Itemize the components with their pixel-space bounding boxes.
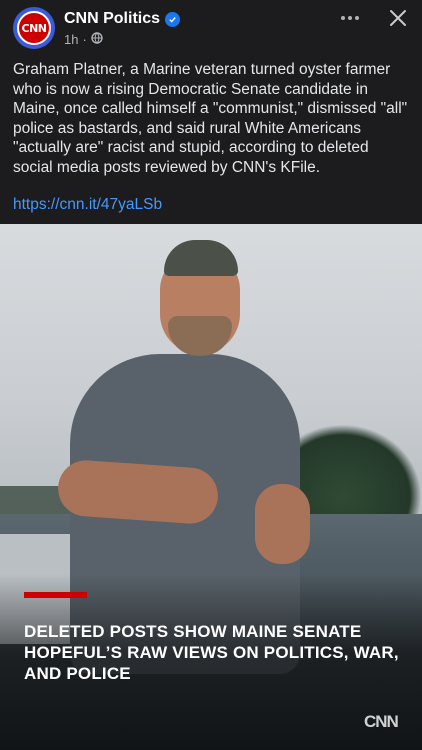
photo-trees: [290, 424, 422, 514]
close-icon: [390, 10, 406, 26]
post-header: CNN CNN Politics 1h ·: [0, 0, 422, 56]
verified-badge-icon: [165, 11, 181, 27]
globe-icon: [91, 32, 103, 47]
post-meta: 1h ·: [64, 32, 103, 47]
post-link[interactable]: https://cnn.it/47yaLSb: [13, 196, 162, 214]
close-button[interactable]: [386, 6, 410, 30]
more-dot: [348, 16, 352, 20]
more-dot: [355, 16, 359, 20]
cnn-logo-icon: CNN: [17, 11, 51, 45]
image-headline: DELETED POSTS SHOW MAINE SENATE HOPEFUL’…: [24, 622, 399, 683]
post-image[interactable]: DELETED POSTS SHOW MAINE SENATE HOPEFUL’…: [0, 224, 422, 750]
headline-accent-bar: [24, 592, 87, 598]
more-horizontal-icon: [341, 16, 345, 20]
page-avatar[interactable]: CNN: [13, 7, 55, 49]
post-text: Graham Platner, a Marine veteran turned …: [13, 61, 408, 176]
meta-separator: ·: [82, 32, 87, 47]
post-time[interactable]: 1h: [64, 32, 78, 47]
photo-person-arm: [56, 458, 220, 526]
more-options-button[interactable]: [336, 6, 364, 30]
page-name[interactable]: CNN Politics: [64, 10, 181, 28]
page-name-label[interactable]: CNN Politics: [64, 10, 160, 28]
photo-person-arm: [255, 484, 310, 564]
cnn-watermark-logo: CNN: [364, 712, 399, 731]
